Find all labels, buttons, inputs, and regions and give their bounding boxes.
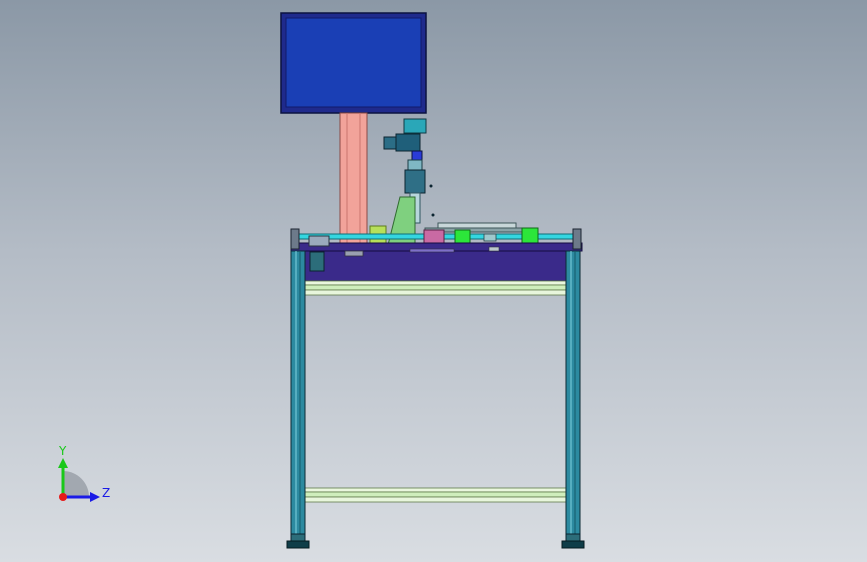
y-axis-arrowhead [58,458,68,468]
graphics-viewport[interactable]: Y Z [0,0,867,562]
support-column[interactable] [339,112,368,252]
fixture-block-2[interactable] [521,227,539,244]
y-axis-label: Y [58,444,67,458]
frame-post-right[interactable] [561,250,585,549]
lower-rung[interactable] [304,487,567,503]
fixture-block-1[interactable] [454,229,471,245]
cad-model-view[interactable]: Y Z [0,0,867,562]
view-orientation-triad-icon[interactable]: Y Z [58,444,110,502]
frame-post-left[interactable] [286,250,310,549]
upper-rung[interactable] [304,280,567,296]
z-axis-arrowhead [90,492,100,502]
z-axis-label: Z [102,486,110,500]
triad-plane-fill [63,471,89,497]
tool-base[interactable] [423,229,445,245]
x-axis-dot [59,493,67,501]
monitor[interactable] [280,12,427,114]
